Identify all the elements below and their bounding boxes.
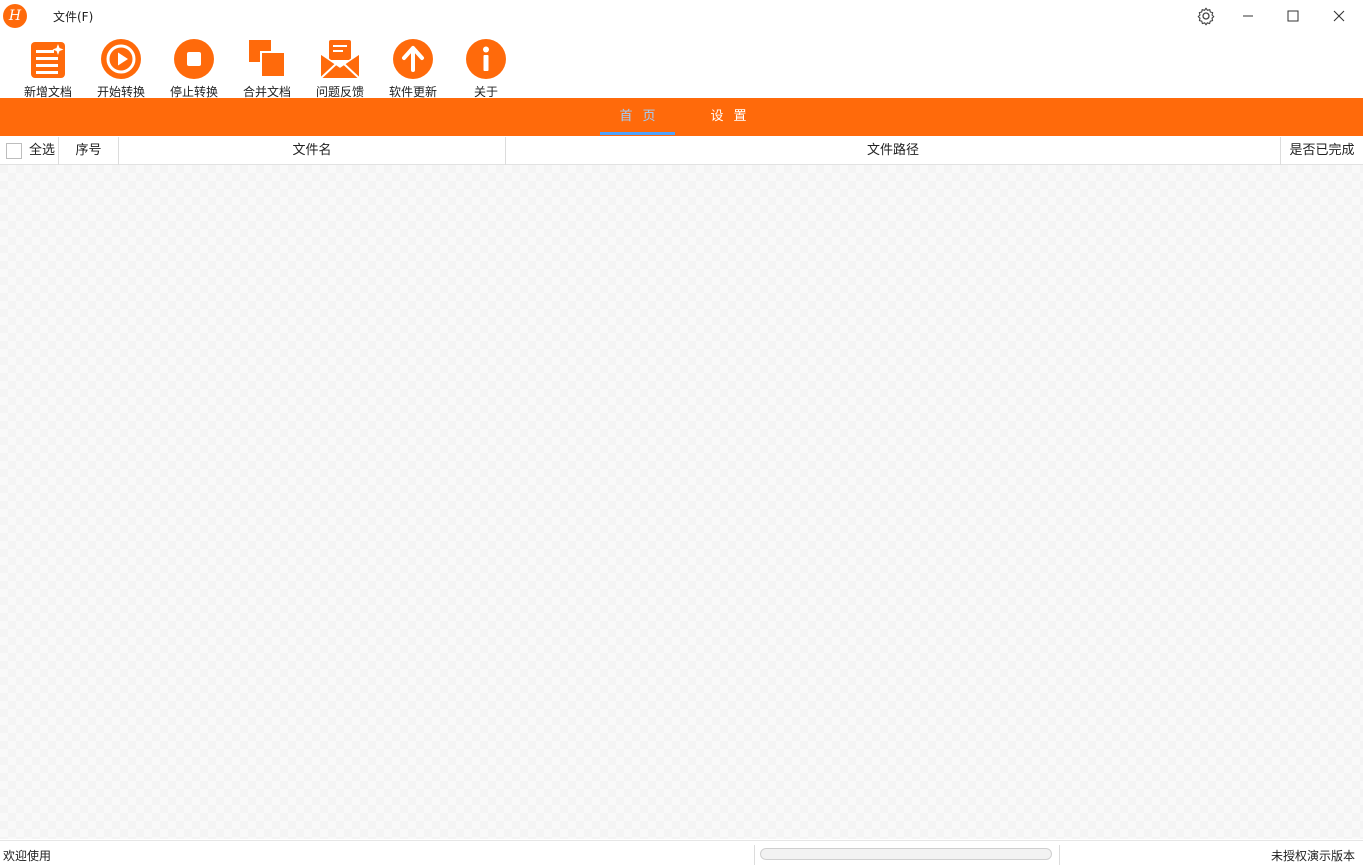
about-button[interactable]: 关于	[456, 36, 516, 99]
settings-gear-icon[interactable]	[1186, 3, 1226, 29]
license-status: 未授权演示版本	[1270, 849, 1355, 863]
column-filename[interactable]: 文件名	[119, 137, 506, 165]
column-filepath[interactable]: 文件路径	[506, 137, 1281, 165]
add-document-button[interactable]: 新增文档	[18, 36, 78, 99]
maximize-button[interactable]	[1273, 3, 1313, 29]
app-logo: H	[3, 4, 27, 28]
column-completed[interactable]: 是否已完成	[1281, 137, 1363, 165]
toolbar: 新增文档 开始转换 停止转换 合并文档 问题反馈 软件更新 关于	[0, 32, 1363, 99]
select-all-column[interactable]: 全选	[0, 137, 59, 165]
mail-icon	[320, 40, 360, 79]
status-welcome: 欢迎使用	[3, 849, 52, 863]
progress-bar	[760, 848, 1052, 860]
info-icon	[466, 39, 506, 79]
stop-convert-button[interactable]: 停止转换	[164, 36, 224, 99]
nav-bar: 首页 设置	[0, 98, 1363, 136]
add-document-icon	[31, 42, 65, 78]
file-list[interactable]	[0, 165, 1363, 839]
status-divider	[754, 845, 755, 865]
tab-active-indicator	[600, 132, 675, 135]
stop-icon	[174, 39, 214, 79]
play-icon	[101, 39, 141, 79]
status-bar: 欢迎使用 未授权演示版本	[0, 840, 1363, 868]
merge-icon	[249, 40, 286, 78]
select-all-checkbox[interactable]	[6, 143, 22, 159]
software-update-button[interactable]: 软件更新	[383, 36, 443, 99]
menu-file[interactable]: 文件(F)	[53, 8, 93, 25]
tab-home[interactable]: 首页	[600, 98, 685, 136]
update-arrow-icon	[393, 39, 433, 79]
title-bar: H 文件(F)	[0, 0, 1363, 32]
status-divider	[1059, 845, 1060, 865]
start-convert-button[interactable]: 开始转换	[91, 36, 151, 99]
close-button[interactable]	[1319, 3, 1359, 29]
merge-document-button[interactable]: 合并文档	[237, 36, 297, 99]
table-header: 全选 序号 文件名 文件路径 是否已完成	[0, 137, 1363, 165]
minimize-button[interactable]	[1228, 3, 1268, 29]
app-window: H 文件(F) 新增文档 开始转换 停止转换 合并文档 问题反馈 软件更新 关于…	[0, 0, 1363, 868]
feedback-button[interactable]: 问题反馈	[310, 36, 370, 99]
select-all-label: 全选	[29, 143, 56, 158]
tab-settings[interactable]: 设置	[696, 98, 771, 136]
column-index[interactable]: 序号	[59, 137, 119, 165]
